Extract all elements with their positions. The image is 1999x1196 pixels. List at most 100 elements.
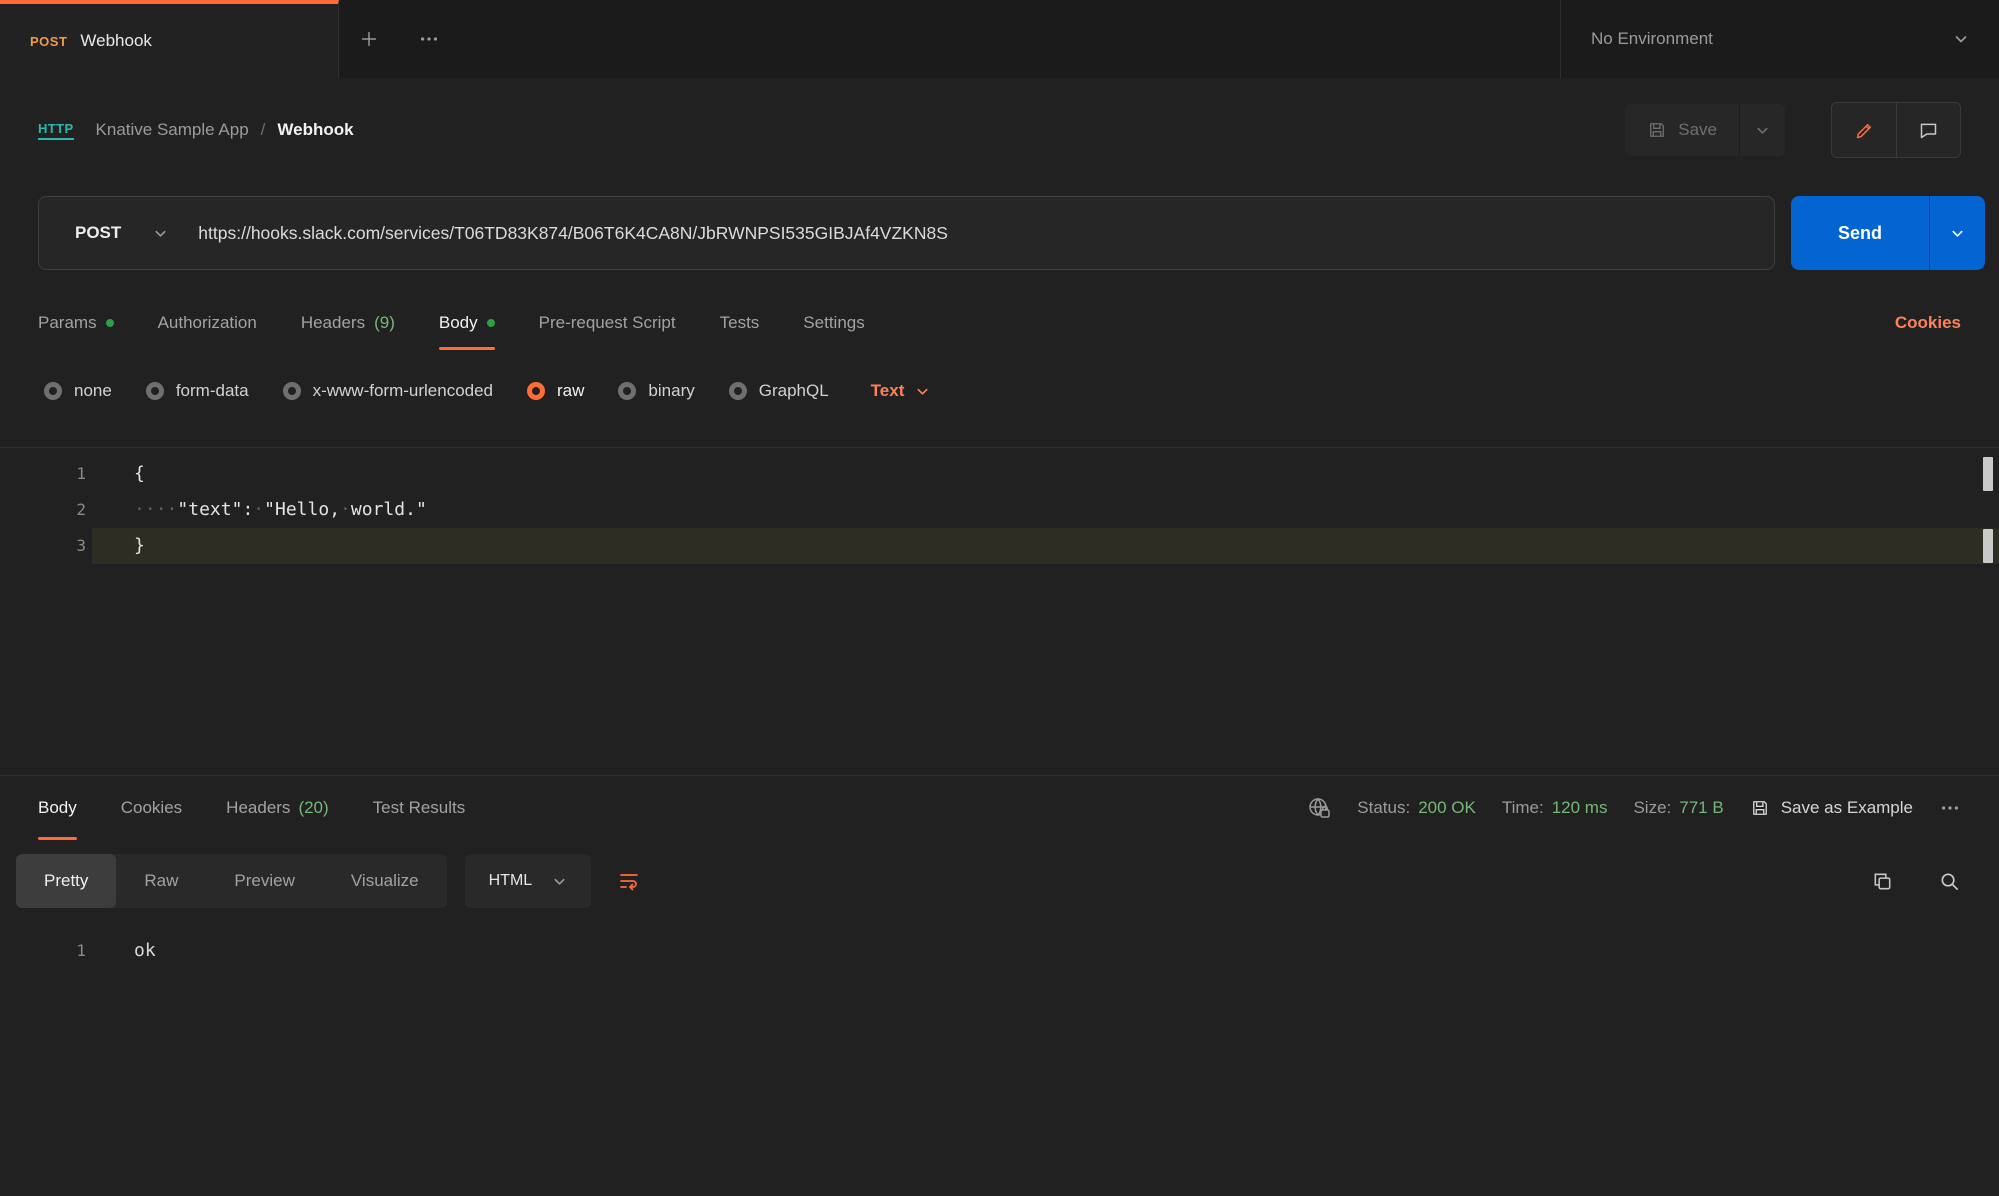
tab-options-button[interactable] bbox=[399, 0, 459, 78]
ellipsis-icon bbox=[1939, 797, 1961, 819]
breadcrumb-request-name[interactable]: Webhook bbox=[277, 120, 353, 140]
status-label: Status: bbox=[1357, 798, 1410, 818]
code-text: } bbox=[92, 528, 1999, 564]
body-mode-selector: none form-data x-www-form-urlencoded raw… bbox=[44, 368, 1961, 414]
method-label: POST bbox=[75, 223, 121, 243]
format-dropdown[interactable]: HTML bbox=[465, 854, 592, 908]
response-tab-cookies[interactable]: Cookies bbox=[121, 776, 182, 840]
tab-params[interactable]: Params bbox=[38, 296, 114, 350]
send-options-button[interactable] bbox=[1929, 196, 1985, 270]
tab-label: Params bbox=[38, 313, 97, 333]
response-tabs: Body Cookies Headers (20) Test Results S… bbox=[0, 776, 1999, 840]
tab-label: Headers bbox=[301, 313, 365, 333]
plus-icon bbox=[358, 28, 380, 50]
tab-headers[interactable]: Headers (9) bbox=[301, 296, 395, 350]
network-lock-icon bbox=[1307, 796, 1331, 820]
scrollbar-mark[interactable] bbox=[1983, 457, 1993, 491]
mode-raw[interactable]: raw bbox=[527, 381, 584, 401]
breadcrumb-collection[interactable]: Knative Sample App bbox=[96, 120, 249, 140]
raw-type-dropdown[interactable]: Text bbox=[871, 381, 931, 401]
open-request-tab[interactable]: POST Webhook bbox=[0, 0, 339, 78]
response-tab-body[interactable]: Body bbox=[38, 776, 77, 840]
mode-none[interactable]: none bbox=[44, 381, 112, 401]
save-as-example-button[interactable]: Save as Example bbox=[1750, 798, 1913, 818]
body-active-dot bbox=[487, 319, 495, 327]
tab-authorization[interactable]: Authorization bbox=[158, 296, 257, 350]
view-visualize-button[interactable]: Visualize bbox=[323, 854, 447, 908]
size-value: 771 B bbox=[1679, 798, 1723, 818]
search-response-button[interactable] bbox=[1938, 870, 1961, 893]
mode-graphql[interactable]: GraphQL bbox=[729, 381, 829, 401]
time-badge: Time: 120 ms bbox=[1502, 798, 1608, 818]
save-button[interactable]: Save bbox=[1625, 104, 1739, 156]
code-line: 1 { bbox=[0, 456, 1999, 492]
tab-label: Test Results bbox=[373, 798, 466, 818]
copy-response-button[interactable] bbox=[1871, 870, 1894, 893]
tab-settings[interactable]: Settings bbox=[803, 296, 864, 350]
line-number: 2 bbox=[0, 492, 92, 528]
request-body-editor[interactable]: 1 { 2 ····"text":·"Hello,·world." 3 } bbox=[0, 447, 1999, 776]
headers-count: (20) bbox=[298, 798, 328, 818]
comments-button[interactable] bbox=[1896, 103, 1960, 157]
ellipsis-icon bbox=[418, 28, 440, 50]
tab-tests[interactable]: Tests bbox=[720, 296, 760, 350]
response-options-button[interactable] bbox=[1939, 797, 1961, 819]
response-tab-test-results[interactable]: Test Results bbox=[373, 776, 466, 840]
copy-icon bbox=[1871, 870, 1894, 893]
view-pretty-button[interactable]: Pretty bbox=[16, 854, 116, 908]
tab-label: Settings bbox=[803, 313, 864, 333]
send-button[interactable]: Send bbox=[1791, 196, 1929, 270]
save-options-button[interactable] bbox=[1739, 104, 1785, 156]
status-value: 200 OK bbox=[1418, 798, 1476, 818]
code-line: 2 ····"text":·"Hello,·world." bbox=[0, 492, 1999, 528]
radio-icon bbox=[44, 382, 62, 400]
chevron-down-icon bbox=[1950, 226, 1965, 241]
mode-label: form-data bbox=[176, 381, 249, 401]
mode-label: GraphQL bbox=[759, 381, 829, 401]
chevron-down-icon bbox=[153, 226, 168, 241]
response-toolbar: Pretty Raw Preview Visualize HTML bbox=[16, 854, 1961, 908]
mode-binary[interactable]: binary bbox=[618, 381, 694, 401]
view-preview-button[interactable]: Preview bbox=[206, 854, 322, 908]
header-actions: Save bbox=[1625, 102, 1961, 158]
response-text: ok bbox=[92, 934, 1999, 968]
comment-icon bbox=[1918, 120, 1939, 141]
url-input[interactable] bbox=[198, 223, 1774, 244]
url-bar: POST Send bbox=[38, 196, 1985, 270]
response-toolbar-right bbox=[1871, 870, 1961, 893]
tab-pre-request-script[interactable]: Pre-request Script bbox=[539, 296, 676, 350]
tab-body[interactable]: Body bbox=[439, 296, 495, 350]
scrollbar-mark[interactable] bbox=[1983, 529, 1993, 563]
edit-request-button[interactable] bbox=[1832, 103, 1896, 157]
size-label: Size: bbox=[1633, 798, 1671, 818]
request-header: HTTP Knative Sample App / Webhook Save bbox=[0, 78, 1999, 182]
save-icon bbox=[1647, 120, 1667, 140]
view-mode-segments: Pretty Raw Preview Visualize bbox=[16, 854, 447, 908]
environment-selector[interactable]: No Environment bbox=[1560, 0, 1999, 78]
postman-app: POST Webhook No Environment HTTP Knative… bbox=[0, 0, 1999, 968]
mode-urlencoded[interactable]: x-www-form-urlencoded bbox=[283, 381, 493, 401]
mode-label: none bbox=[74, 381, 112, 401]
chevron-down-icon bbox=[915, 384, 930, 399]
raw-type-label: Text bbox=[871, 381, 905, 401]
radio-selected-icon bbox=[527, 382, 545, 400]
cookies-link[interactable]: Cookies bbox=[1895, 313, 1961, 333]
tab-method-label: POST bbox=[30, 34, 67, 49]
mode-form-data[interactable]: form-data bbox=[146, 381, 249, 401]
method-dropdown[interactable]: POST bbox=[39, 223, 198, 243]
line-number: 3 bbox=[0, 528, 92, 564]
save-icon bbox=[1750, 798, 1770, 818]
new-tab-button[interactable] bbox=[339, 0, 399, 78]
environment-label: No Environment bbox=[1591, 29, 1713, 49]
line-number: 1 bbox=[0, 456, 92, 492]
code-text: { bbox=[92, 456, 1999, 492]
time-label: Time: bbox=[1502, 798, 1544, 818]
code-line-current: 3 } bbox=[0, 528, 1999, 564]
response-tab-headers[interactable]: Headers (20) bbox=[226, 776, 329, 840]
tab-title: Webhook bbox=[80, 31, 152, 51]
view-raw-button[interactable]: Raw bbox=[116, 854, 206, 908]
code-text: ····"text":·"Hello,·world." bbox=[92, 492, 1999, 528]
wrap-lines-button[interactable] bbox=[617, 869, 641, 893]
mode-label: binary bbox=[648, 381, 694, 401]
request-tabs: Params Authorization Headers (9) Body Pr… bbox=[38, 296, 1961, 350]
